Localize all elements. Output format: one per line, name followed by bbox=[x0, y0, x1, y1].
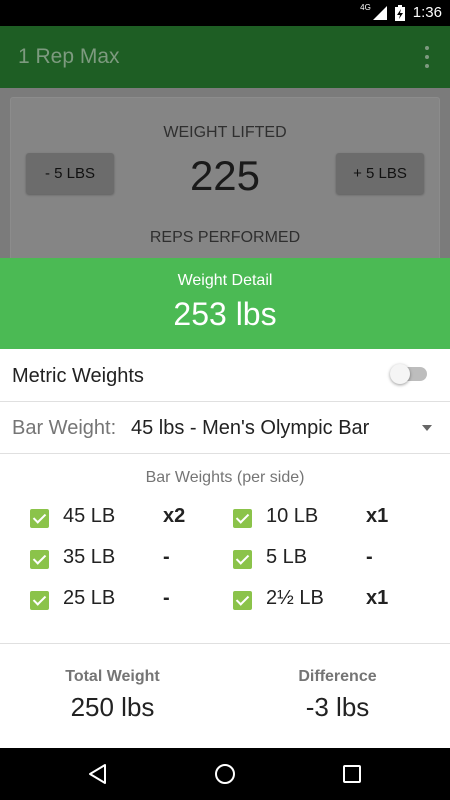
metric-weights-toggle[interactable] bbox=[390, 364, 427, 384]
weight-detail-title: Weight Detail bbox=[177, 272, 273, 289]
plate-count: - bbox=[366, 546, 373, 568]
total-weight: Total Weight 250 lbs bbox=[0, 668, 225, 723]
bar-weight-select[interactable]: 45 lbs - Men's Olympic Bar bbox=[131, 417, 369, 440]
weight-detail-sheet: Weight Detail 253 lbs Metric Weights Bar… bbox=[0, 258, 450, 748]
recents-icon[interactable] bbox=[340, 762, 364, 786]
reps-performed-label: REPS PERFORMED bbox=[149, 229, 301, 246]
checkbox[interactable] bbox=[233, 509, 252, 528]
plate-count: - bbox=[163, 546, 170, 568]
app-title: 1 Rep Max bbox=[18, 45, 120, 68]
checkbox[interactable] bbox=[30, 591, 49, 610]
plate-count: x1 bbox=[366, 587, 389, 609]
total-weight-value: 250 lbs bbox=[70, 692, 155, 722]
weight-detail-header: Weight Detail 253 lbs bbox=[0, 258, 450, 349]
plate-count: - bbox=[163, 587, 170, 609]
app-bar: 1 Rep Max bbox=[0, 26, 450, 88]
weight-lifted-label: WEIGHT LIFTED bbox=[163, 124, 287, 141]
metric-weights-label: Metric Weights bbox=[12, 365, 144, 387]
dropdown-arrow-icon[interactable] bbox=[422, 425, 432, 431]
battery-icon bbox=[394, 4, 405, 21]
checkbox[interactable] bbox=[30, 550, 49, 569]
plates-title: Bar Weights (per side) bbox=[145, 469, 305, 486]
divider bbox=[0, 643, 450, 644]
status-bar: 4G 1:36 bbox=[0, 0, 450, 26]
bar-weight-row[interactable]: Bar Weight: 45 lbs - Men's Olympic Bar bbox=[0, 402, 450, 454]
clock: 1:36 bbox=[412, 4, 442, 21]
overflow-menu-icon[interactable] bbox=[418, 46, 436, 68]
navigation-bar bbox=[0, 748, 450, 800]
back-icon[interactable] bbox=[86, 762, 110, 786]
plate-weight: 5 LB bbox=[266, 546, 308, 568]
plate-count: x1 bbox=[366, 505, 389, 527]
checkbox[interactable] bbox=[30, 509, 49, 528]
plate-weight: 25 LB bbox=[63, 587, 116, 609]
plus-5-button[interactable]: + 5 LBS bbox=[336, 153, 424, 194]
plate-weight: 10 LB bbox=[266, 505, 319, 527]
bar-weight-label: Bar Weight: bbox=[12, 417, 117, 439]
difference-value: -3 lbs bbox=[305, 692, 370, 722]
plate-weight: 35 LB bbox=[63, 546, 116, 568]
network-type: 4G bbox=[360, 3, 371, 12]
difference: Difference -3 lbs bbox=[225, 668, 450, 723]
minus-5-button[interactable]: - 5 LBS bbox=[26, 153, 114, 194]
checkbox[interactable] bbox=[233, 550, 252, 569]
checkbox[interactable] bbox=[233, 591, 252, 610]
difference-label: Difference bbox=[298, 668, 377, 685]
plate-weight: 45 LB bbox=[63, 505, 116, 527]
weight-detail-total: 253 lbs bbox=[173, 296, 277, 332]
plate-weight: 2½ LB bbox=[266, 587, 324, 609]
home-icon[interactable] bbox=[213, 762, 237, 786]
metric-weights-row[interactable]: Metric Weights bbox=[0, 349, 450, 402]
signal-icon bbox=[372, 5, 387, 20]
dimmed-background: WEIGHT LIFTED 225 - 5 LBS + 5 LBS REPS P… bbox=[0, 88, 450, 297]
plate-count: x2 bbox=[163, 505, 186, 527]
total-weight-label: Total Weight bbox=[65, 668, 160, 685]
